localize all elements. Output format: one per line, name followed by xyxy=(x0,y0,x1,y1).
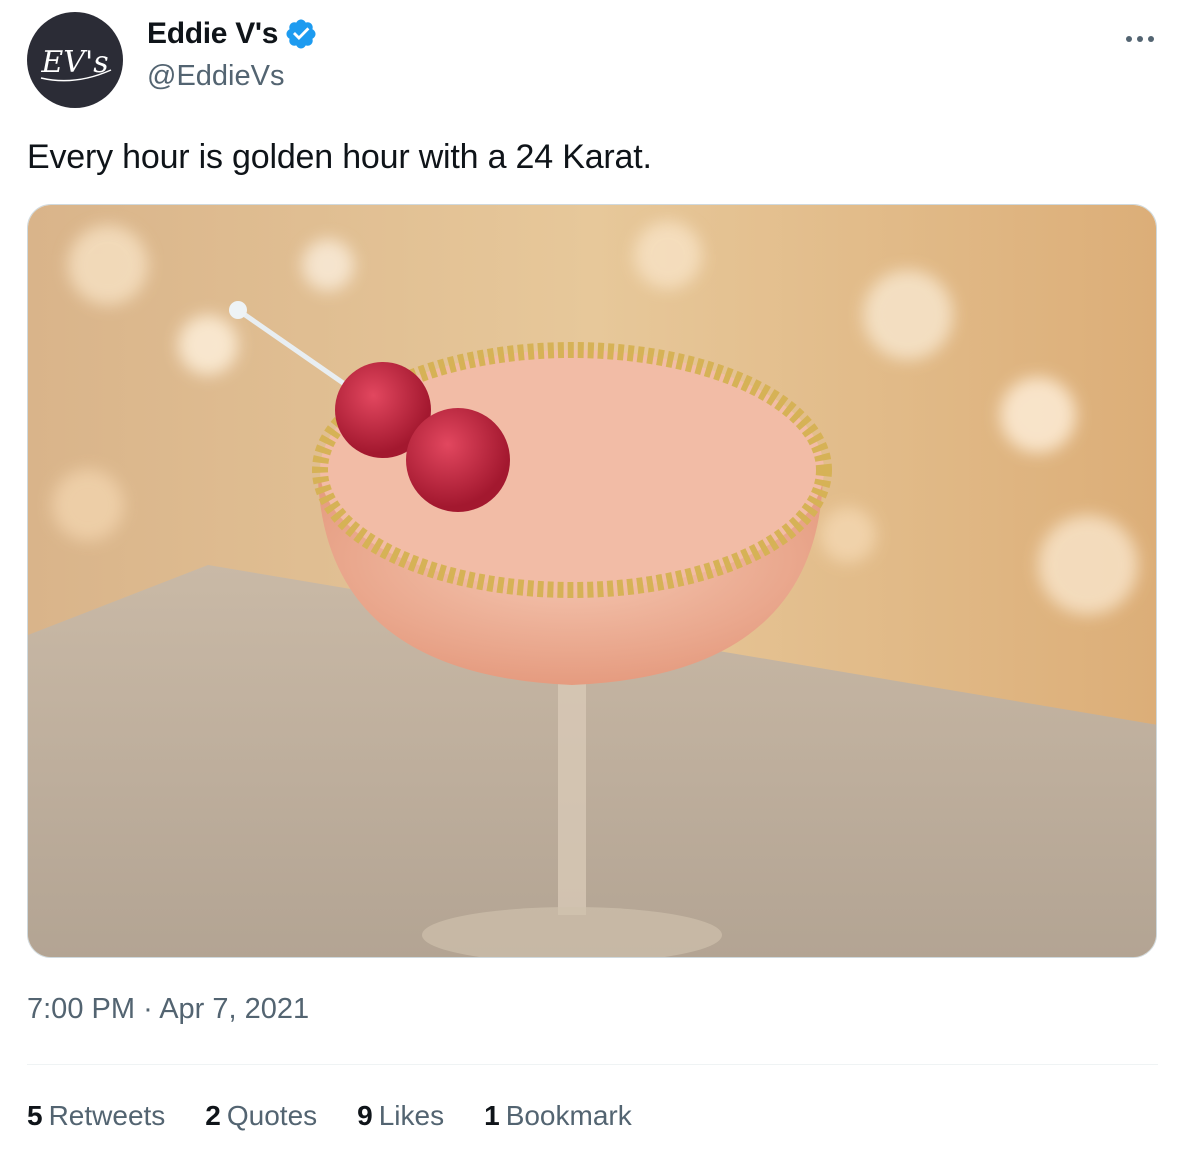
more-dot-icon xyxy=(1126,36,1132,42)
stat-label: Quotes xyxy=(226,1100,318,1131)
stat-bookmarks[interactable]: 1 Bookmark xyxy=(484,1100,632,1132)
more-dot-icon xyxy=(1148,36,1154,42)
avatar[interactable]: EV's xyxy=(27,12,123,108)
tweet-media-image[interactable] xyxy=(27,204,1157,958)
verified-badge-icon xyxy=(286,19,316,49)
stat-likes[interactable]: 9 Likes xyxy=(357,1100,444,1132)
tweet-text: Every hour is golden hour with a 24 Kara… xyxy=(27,138,652,176)
stat-label: Likes xyxy=(378,1100,445,1131)
timestamp-separator: · xyxy=(143,993,153,1025)
stat-count: 9 xyxy=(357,1100,373,1131)
engagement-stats: 5 Retweets 2 Quotes 9 Likes 1 Bookmark xyxy=(27,1100,672,1132)
cocktail-photo xyxy=(28,205,1156,957)
stat-count: 1 xyxy=(484,1100,500,1131)
stat-count: 5 xyxy=(27,1100,43,1131)
stat-label: Retweets xyxy=(48,1100,166,1131)
more-dot-icon xyxy=(1137,36,1143,42)
stat-retweets[interactable]: 5 Retweets xyxy=(27,1100,165,1132)
tweet-time-link[interactable]: 7:00 PM xyxy=(27,993,135,1025)
stat-quotes[interactable]: 2 Quotes xyxy=(205,1100,317,1132)
author-handle[interactable]: @EddieVs xyxy=(147,60,284,93)
divider xyxy=(27,1064,1158,1065)
more-options-button[interactable] xyxy=(1120,25,1160,53)
display-name[interactable]: Eddie V's xyxy=(147,17,278,51)
tweet-timestamp: 7:00 PM · Apr 7, 2021 xyxy=(27,993,309,1026)
tweet-date-link[interactable]: Apr 7, 2021 xyxy=(159,993,309,1025)
stat-label: Bookmark xyxy=(505,1100,632,1131)
eddie-vs-logo-icon: EV's xyxy=(40,45,112,82)
author-name-row: Eddie V's xyxy=(147,17,318,51)
stat-count: 2 xyxy=(205,1100,221,1131)
